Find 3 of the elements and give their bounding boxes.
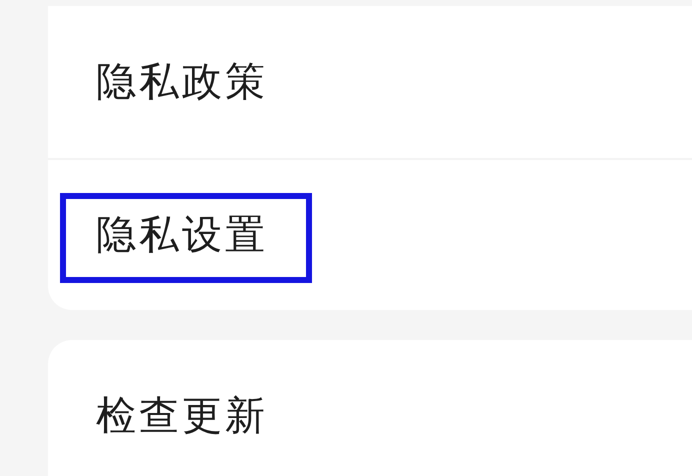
settings-item[interactable]: 检查更新 [96, 386, 268, 446]
settings-item[interactable]: 隐私政策 [96, 52, 268, 112]
settings-item[interactable]: 隐私设置 [96, 205, 268, 265]
